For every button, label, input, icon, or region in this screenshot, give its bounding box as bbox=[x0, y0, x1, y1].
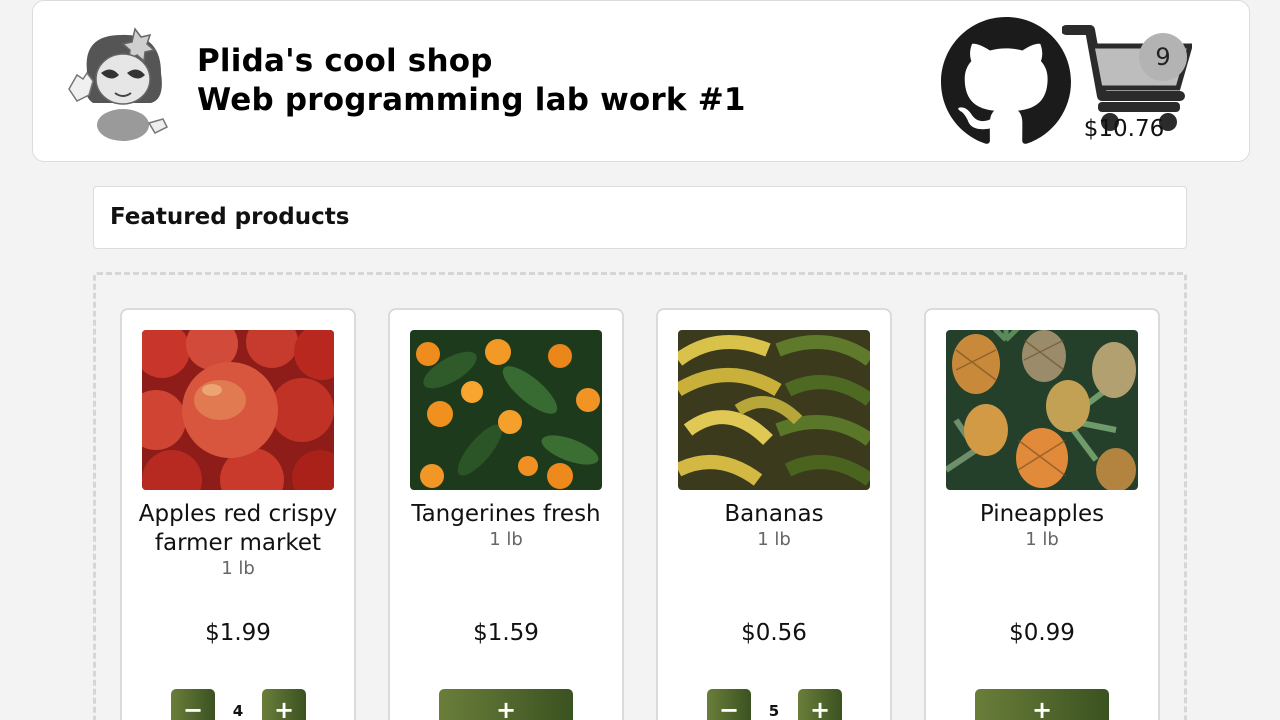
product-price: $1.99 bbox=[205, 620, 271, 646]
product-card: Tangerines fresh 1 lb $1.59 + bbox=[388, 308, 624, 720]
product-name: Apples red crispy farmer market bbox=[138, 501, 338, 556]
github-icon[interactable] bbox=[941, 17, 1071, 147]
product-price: $0.56 bbox=[741, 620, 807, 646]
product-unit: 1 lb bbox=[757, 529, 791, 550]
product-price: $0.99 bbox=[1009, 620, 1075, 646]
shop-subtitle: Web programming lab work #1 bbox=[197, 82, 746, 118]
product-name: Bananas bbox=[724, 501, 824, 527]
quantity-value: 5 bbox=[768, 702, 780, 720]
product-image bbox=[946, 330, 1138, 490]
product-unit: 1 lb bbox=[1025, 529, 1059, 550]
quantity-value: 4 bbox=[232, 702, 244, 720]
product-image bbox=[142, 330, 334, 490]
product-price: $1.59 bbox=[473, 620, 539, 646]
section-title: Featured products bbox=[110, 204, 350, 230]
increase-quantity-button[interactable]: + bbox=[798, 689, 842, 720]
decrease-quantity-button[interactable]: − bbox=[707, 689, 751, 720]
product-card: Pineapples 1 lb $0.99 + bbox=[924, 308, 1160, 720]
add-to-cart-button[interactable]: + bbox=[439, 689, 573, 720]
product-unit: 1 lb bbox=[221, 558, 255, 579]
product-name: Pineapples bbox=[979, 501, 1105, 527]
decrease-quantity-button[interactable]: − bbox=[171, 689, 215, 720]
increase-quantity-button[interactable]: + bbox=[262, 689, 306, 720]
product-card: Apples red crispy farmer market 1 lb $1.… bbox=[120, 308, 356, 720]
product-name: Tangerines fresh bbox=[411, 501, 601, 527]
shop-title: Plida's cool shop bbox=[197, 43, 493, 79]
cart-total: $10.76 bbox=[1083, 116, 1165, 142]
add-to-cart-button[interactable]: + bbox=[975, 689, 1109, 720]
product-unit: 1 lb bbox=[489, 529, 523, 550]
product-image bbox=[410, 330, 602, 490]
cart-count-badge: 9 bbox=[1139, 33, 1187, 81]
product-image bbox=[678, 330, 870, 490]
product-card: Bananas 1 lb $0.56 − 5 + bbox=[656, 308, 892, 720]
featured-header: Featured products bbox=[93, 186, 1187, 249]
mascot-logo bbox=[68, 27, 169, 141]
